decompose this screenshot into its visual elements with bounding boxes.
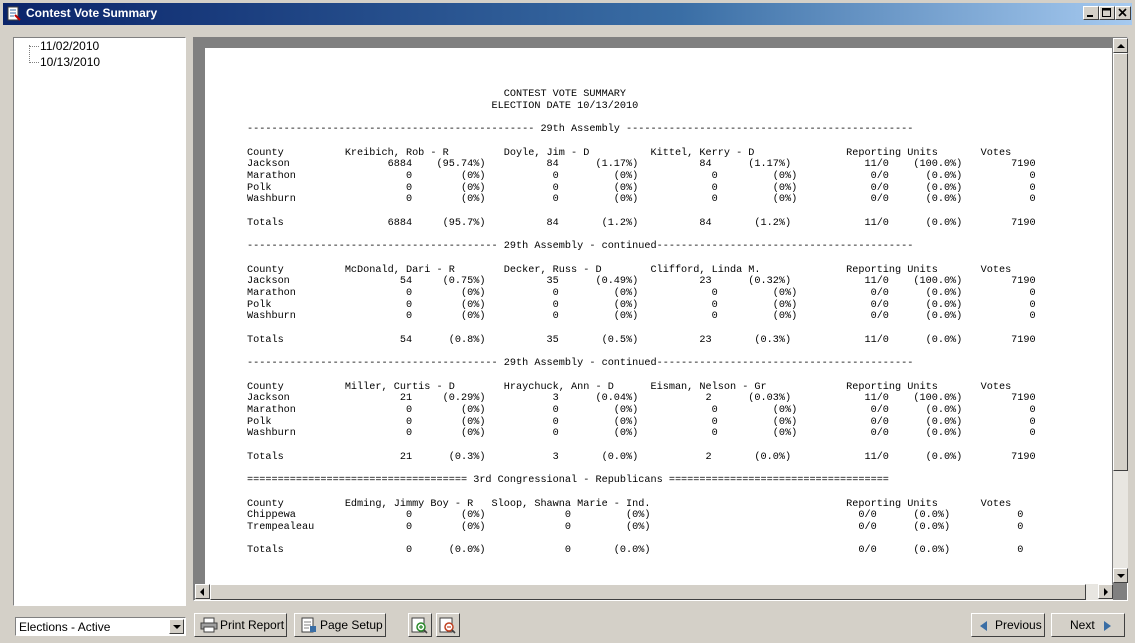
minimize-icon	[1087, 15, 1093, 17]
print-report-label: Print Report	[220, 618, 285, 632]
previous-button[interactable]: Previous	[971, 613, 1045, 637]
close-button[interactable]	[1115, 6, 1131, 20]
arrow-left-icon	[980, 621, 987, 631]
report-line: Polk 0 (0%) 0 (0%) 0 (0%) 0/0 (0.0%) 0	[247, 182, 1036, 194]
vertical-scrollbar[interactable]	[1113, 38, 1128, 583]
election-filter-value: Elections - Active	[19, 620, 111, 634]
report-line: Totals 54 (0.8%) 35 (0.5%) 23 (0.3%) 11/…	[247, 334, 1036, 346]
chevron-down-icon	[173, 625, 181, 629]
tree-connector	[29, 62, 39, 63]
report-page: CONTEST VOTE SUMMARY ELECTION DATE 10/13…	[205, 48, 1112, 586]
report-line: ----------------------------------------…	[247, 358, 914, 370]
arrow-left-icon	[200, 588, 204, 596]
page-setup-label: Page Setup	[320, 618, 383, 632]
report-preview: CONTEST VOTE SUMMARY ELECTION DATE 10/13…	[193, 37, 1128, 601]
horizontal-scroll-thumb[interactable]	[210, 584, 1086, 600]
title-bar: Contest Vote Summary	[0, 0, 1135, 28]
scroll-down-button[interactable]	[1113, 568, 1128, 583]
report-text: CONTEST VOTE SUMMARY ELECTION DATE 10/13…	[205, 48, 1112, 586]
report-line: Washburn 0 (0%) 0 (0%) 0 (0%) 0/0 (0.0%)…	[247, 428, 1036, 440]
report-line: ----------------------------------------…	[247, 241, 914, 253]
title-bar-fill: Contest Vote Summary	[3, 3, 1132, 25]
next-label: Next	[1070, 618, 1095, 632]
report-line: Jackson 54 (0.75%) 35 (0.49%) 23 (0.32%)…	[247, 276, 1036, 288]
report-line: County Kreibich, Rob - R Doyle, Jim - D …	[247, 147, 1012, 159]
maximize-button[interactable]	[1099, 6, 1115, 20]
close-icon	[1118, 8, 1127, 17]
tree-connector	[29, 45, 30, 63]
page-setup-button[interactable]: Page Setup	[294, 613, 386, 637]
report-line: Washburn 0 (0%) 0 (0%) 0 (0%) 0/0 (0.0%)…	[247, 311, 1036, 323]
dropdown-button[interactable]	[169, 619, 184, 634]
arrow-down-icon	[1117, 574, 1125, 578]
report-line: Polk 0 (0%) 0 (0%) 0 (0%) 0/0 (0.0%) 0	[247, 299, 1036, 311]
zoom-out-icon	[439, 617, 456, 634]
vertical-scroll-thumb[interactable]	[1113, 53, 1128, 471]
scroll-left-button[interactable]	[195, 584, 210, 599]
app-icon	[7, 6, 21, 21]
election-filter-select[interactable]: Elections - Active	[15, 617, 186, 636]
report-line: Polk 0 (0%) 0 (0%) 0 (0%) 0/0 (0.0%) 0	[247, 416, 1036, 428]
report-line: Chippewa 0 (0%) 0 (0%) 0/0 (0.0%) 0	[247, 510, 1024, 522]
report-line: ==================================== 3rd…	[247, 475, 889, 487]
window-title: Contest Vote Summary	[26, 6, 158, 20]
election-date-tree[interactable]: 11/02/2010 10/13/2010	[13, 37, 186, 606]
horizontal-scrollbar[interactable]	[195, 584, 1113, 600]
next-button[interactable]: Next	[1051, 613, 1125, 637]
report-line: Totals 21 (0.3%) 3 (0.0%) 2 (0.0%) 11/0 …	[247, 451, 1036, 463]
report-line: Washburn 0 (0%) 0 (0%) 0 (0%) 0/0 (0.0%)…	[247, 194, 1036, 206]
scroll-up-button[interactable]	[1113, 38, 1128, 53]
tree-item-date[interactable]: 10/13/2010	[40, 55, 100, 69]
report-line: County Edming, Jimmy Boy - R Sloop, Shaw…	[247, 498, 1012, 510]
minimize-button[interactable]	[1083, 6, 1099, 20]
report-line: Totals 6884 (95.7%) 84 (1.2%) 84 (1.2%) …	[247, 217, 1036, 229]
maximize-icon	[1102, 8, 1111, 17]
zoom-in-icon	[411, 617, 428, 634]
report-line: Marathon 0 (0%) 0 (0%) 0 (0%) 0/0 (0.0%)…	[247, 287, 1036, 299]
report-line: ----------------------------------------…	[247, 124, 914, 136]
zoom-in-button[interactable]	[408, 613, 432, 637]
report-line: County Miller, Curtis - D Hraychuck, Ann…	[247, 381, 1012, 393]
arrow-right-icon	[1104, 621, 1111, 631]
previous-label: Previous	[995, 618, 1042, 632]
report-line: Trempealeau 0 (0%) 0 (0%) 0/0 (0.0%) 0	[247, 521, 1024, 533]
printer-icon	[200, 617, 218, 633]
report-line: Jackson 21 (0.29%) 3 (0.04%) 2 (0.03%) 1…	[247, 393, 1036, 405]
report-line: Marathon 0 (0%) 0 (0%) 0 (0%) 0/0 (0.0%)…	[247, 170, 1036, 182]
print-report-button[interactable]: Print Report	[194, 613, 287, 637]
report-line: Marathon 0 (0%) 0 (0%) 0 (0%) 0/0 (0.0%)…	[247, 404, 1036, 416]
report-line: County McDonald, Dari - R Decker, Russ -…	[247, 264, 1012, 276]
report-line: Jackson 6884 (95.74%) 84 (1.17%) 84 (1.1…	[247, 159, 1036, 171]
arrow-up-icon	[1117, 44, 1125, 48]
page-setup-icon	[301, 617, 316, 633]
scroll-right-button[interactable]	[1098, 584, 1113, 599]
tree-item-date[interactable]: 11/02/2010	[40, 39, 99, 53]
arrow-right-icon	[1104, 588, 1108, 596]
report-line: Totals 0 (0.0%) 0 (0.0%) 0/0 (0.0%) 0	[247, 545, 1024, 557]
tree-connector	[29, 46, 39, 47]
report-line: ELECTION DATE 10/13/2010	[247, 100, 639, 112]
report-line: CONTEST VOTE SUMMARY	[247, 89, 627, 100]
zoom-out-button[interactable]	[436, 613, 460, 637]
